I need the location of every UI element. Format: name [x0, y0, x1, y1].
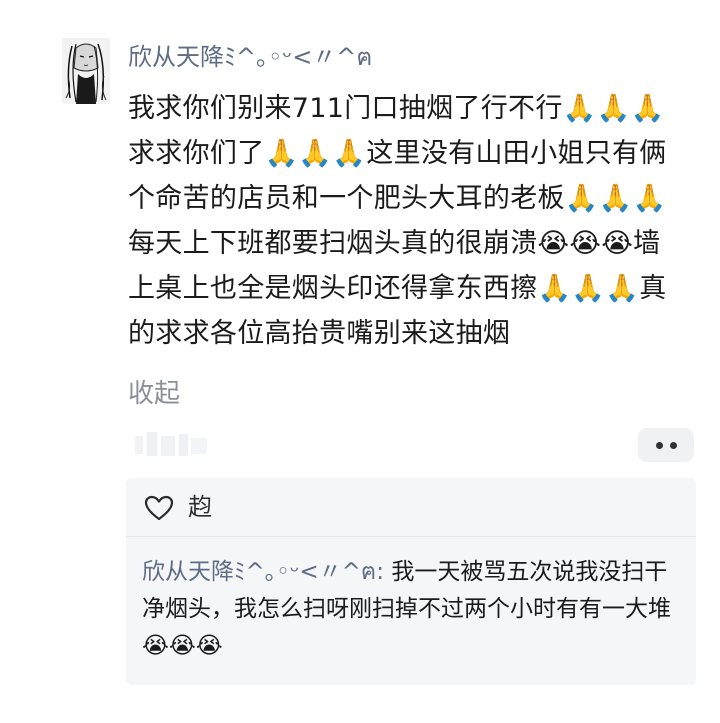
- heart-icon[interactable]: [144, 495, 174, 521]
- loudly-crying-face-icon: 😭: [601, 228, 634, 259]
- more-dot-icon: [669, 441, 677, 449]
- post-body: 我求你们别来711门口抽烟了行不行🙏🙏🙏求求你们了🙏🙏🙏这里没有山田小姐只有俩个…: [128, 86, 673, 356]
- pray-icon: 🙏: [332, 138, 367, 169]
- pray-icon: 🙏: [598, 183, 633, 214]
- pray-icon: 🙏: [298, 138, 333, 169]
- pray-icon: 🙏: [632, 183, 667, 214]
- text-run: 我求你们别来711门口抽烟了行不行: [128, 93, 563, 124]
- loudly-crying-face-icon: 😭: [537, 228, 570, 259]
- text-run: 求求你们了: [128, 138, 265, 169]
- pray-icon: 🙏: [571, 273, 606, 304]
- collapse-link[interactable]: 收起: [128, 374, 180, 414]
- pray-icon: 🙏: [605, 273, 640, 304]
- like-row: 赹: [126, 478, 696, 537]
- comment-panel: 赹 欣从天降ﾐ^｡◦ᵕ<〃^ฅ: 我一天被骂五次说我没扫干净烟头，我怎么扫呀刚扫…: [126, 478, 696, 685]
- loudly-crying-face-icon: 😭: [195, 633, 223, 659]
- post-username[interactable]: 欣从天降ﾐ^｡◦ᵕ<〃^ฅ: [128, 42, 372, 72]
- loudly-crying-face-icon: 😭: [569, 228, 602, 259]
- pray-icon: 🙏: [630, 93, 665, 124]
- reply-comment: 欣从天降ﾐ^｡◦ᵕ<〃^ฅ: 我一天被骂五次说我没扫干净烟头，我怎么扫呀刚扫掉不…: [142, 554, 684, 665]
- text-run: 每天上下班都要扫烟头真的很崩溃: [128, 228, 538, 259]
- pray-icon: 🙏: [596, 93, 631, 124]
- loudly-crying-face-icon: 😭: [142, 633, 169, 659]
- reply-author[interactable]: 欣从天降ﾐ^｡◦ᵕ<〃^ฅ:: [142, 559, 384, 585]
- pray-icon: 🙏: [264, 138, 299, 169]
- faint-watermark: [133, 430, 211, 460]
- more-dot-icon: [655, 441, 663, 449]
- more-options-button[interactable]: [638, 428, 694, 462]
- pray-icon: 🙏: [537, 273, 572, 304]
- pray-icon: 🙏: [564, 183, 599, 214]
- pray-icon: 🙏: [562, 93, 597, 124]
- like-label[interactable]: 赹: [188, 491, 212, 523]
- avatar[interactable]: [62, 38, 110, 104]
- loudly-crying-face-icon: 😭: [168, 633, 196, 659]
